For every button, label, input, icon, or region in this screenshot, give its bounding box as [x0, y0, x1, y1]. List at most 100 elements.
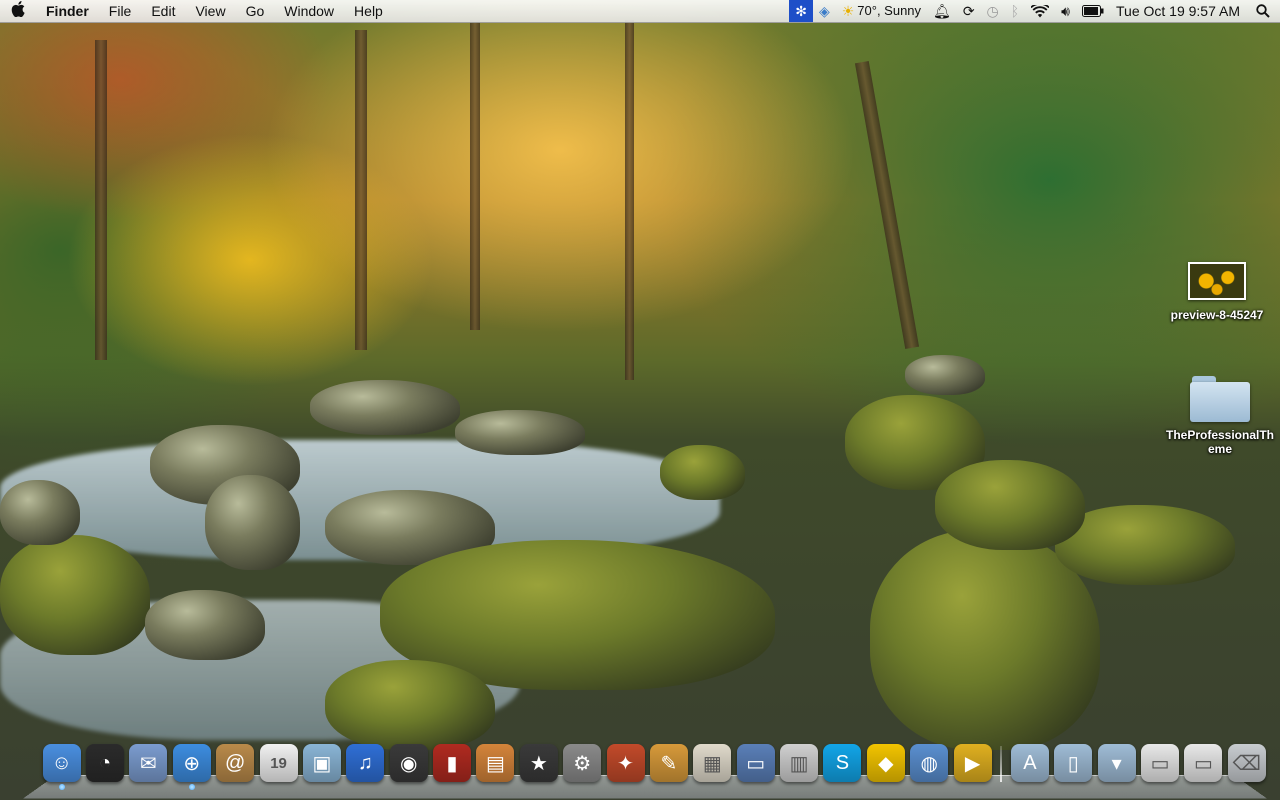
- weather-text: 70°, Sunny: [857, 3, 922, 18]
- apple-menu-icon[interactable]: [0, 0, 36, 22]
- dock-app-ical[interactable]: 19: [259, 744, 298, 782]
- front-row-icon: ▮: [446, 752, 458, 775]
- dock-app-itunes[interactable]: ♫: [346, 744, 385, 782]
- trash-icon: ⌫: [1232, 752, 1261, 775]
- bluetooth-status[interactable]: ᛒ: [1005, 0, 1025, 22]
- volume-status[interactable]: 🔊︎: [1055, 0, 1076, 22]
- dock-stack-applications[interactable]: A: [1010, 744, 1049, 782]
- dock-app-utilities[interactable]: ✦: [606, 744, 645, 782]
- downloads-folder-icon: ▾: [1111, 752, 1122, 775]
- running-indicator: [58, 784, 65, 790]
- dock-app-finder[interactable]: ☺: [42, 744, 81, 790]
- dock-app-safari[interactable]: ⊕: [172, 744, 211, 790]
- address-book-icon: @: [225, 751, 246, 774]
- itunes-icon: ♫: [357, 751, 373, 774]
- battery-status[interactable]: [1076, 0, 1110, 22]
- dock-app-image-capture[interactable]: ▤: [476, 744, 515, 782]
- mail-icon: ✉: [140, 752, 157, 775]
- folder-icon: [1190, 376, 1250, 422]
- dock-separator[interactable]: [1000, 746, 1003, 782]
- running-indicator: [188, 784, 195, 790]
- image-capture-icon: ▤: [485, 752, 505, 775]
- documents-folder-icon: ▯: [1067, 752, 1079, 775]
- dock-app-front-row[interactable]: ▮: [433, 744, 472, 782]
- menu-view[interactable]: View: [185, 0, 235, 22]
- wifi-icon: [1031, 4, 1050, 17]
- globe-icon: ◍: [920, 752, 938, 775]
- window-thumb-icon: ▭: [1193, 752, 1213, 775]
- image-thumbnail-icon: [1188, 262, 1246, 300]
- wifi-status[interactable]: [1025, 0, 1055, 22]
- dock-stack-window-2[interactable]: ▭: [1184, 744, 1223, 782]
- dock-app-mail[interactable]: ✉: [129, 744, 168, 782]
- star-icon: ★: [529, 752, 548, 775]
- battery-icon: [1082, 5, 1104, 17]
- window-thumb-icon: ▭: [1150, 752, 1170, 775]
- dock-app-camera[interactable]: ◉: [389, 744, 428, 782]
- dock-app-photo-booth[interactable]: ▥: [780, 744, 819, 782]
- dock-items: ☺ ◔ ✉ ⊕ @19 ▣ ♫ ◉ ▮ ▤ ★ ⚙ ✦ ✎ ▦ ▭ ▥ S ◆ ◍ ▶ A ▯ ▾ ▭ ▭ ⌫: [40, 744, 1269, 790]
- notification-bell[interactable]: 🔔︎: [927, 0, 957, 22]
- iphoto-icon: ▣: [312, 752, 332, 775]
- menu-file[interactable]: File: [99, 0, 142, 22]
- preview-icon: ▦: [702, 752, 722, 775]
- desktop-icon-label: preview-8-45247: [1170, 308, 1264, 322]
- calendar-icon: 19: [270, 754, 287, 772]
- bluetooth-icon: ᛒ: [1010, 3, 1020, 19]
- bell-icon: 🔔︎: [933, 3, 951, 19]
- dock-stack-trash[interactable]: ⌫: [1227, 744, 1266, 782]
- dock-app-network[interactable]: ◍: [910, 744, 949, 782]
- dock-app-dashboard[interactable]: ◔: [86, 744, 125, 782]
- speaker-icon: 🔊︎: [1061, 3, 1070, 19]
- time-machine-status[interactable]: ◷: [981, 0, 1005, 22]
- desktop-wallpaper: [0, 0, 1280, 800]
- dock-app-pages[interactable]: ✎: [649, 744, 688, 782]
- cube-icon: ◈: [818, 3, 830, 19]
- keynote-icon: ▭: [746, 752, 766, 775]
- dock-stack-documents[interactable]: ▯: [1054, 744, 1093, 782]
- dock-app-skype[interactable]: S: [823, 744, 862, 782]
- bird-icon: ◆: [878, 752, 894, 775]
- dock-app-keynote[interactable]: ▭: [736, 744, 775, 782]
- finder-icon: ☺: [51, 751, 72, 774]
- skype-icon: S: [835, 751, 850, 774]
- clock[interactable]: Tue Oct 19 9:57 AM: [1110, 0, 1246, 22]
- spotlight-button[interactable]: [1246, 0, 1280, 22]
- dock-app-growl[interactable]: ◆: [866, 744, 905, 782]
- dashboard-icon: ◔: [99, 751, 112, 774]
- system-prefs-icon: ⚙: [573, 752, 592, 775]
- desktop-icon-folder[interactable]: TheProfessionalTheme: [1165, 376, 1275, 456]
- sync-status[interactable]: ⟳: [957, 0, 981, 22]
- menu-extra-dashboard[interactable]: ◈: [813, 0, 836, 22]
- camera-icon: ◉: [399, 752, 418, 775]
- dock-app-address-book[interactable]: @: [216, 744, 255, 782]
- app-menu-finder[interactable]: Finder: [36, 0, 99, 22]
- sun-icon: ☀: [841, 3, 855, 19]
- utilities-icon: ✦: [617, 752, 634, 775]
- photo-booth-icon: ▥: [789, 752, 809, 775]
- dock-app-system-preferences[interactable]: ⚙: [563, 744, 602, 782]
- truck-icon: ▶: [964, 752, 981, 775]
- menu-extra-active[interactable]: ✻: [789, 0, 813, 22]
- pages-icon: ✎: [660, 752, 678, 775]
- dock-app-transmit[interactable]: ▶: [953, 744, 992, 782]
- menu-bar: Finder File Edit View Go Window Help ✻ ◈…: [0, 0, 1280, 23]
- menu-go[interactable]: Go: [236, 0, 275, 22]
- weather-status[interactable]: ☀ 70°, Sunny: [836, 0, 927, 22]
- dock-stack-downloads[interactable]: ▾: [1097, 744, 1136, 782]
- time-machine-icon: ◷: [986, 3, 999, 19]
- search-icon: [1256, 4, 1270, 18]
- sync-icon: ⟳: [962, 3, 975, 19]
- safari-icon: ⊕: [183, 752, 201, 775]
- applications-folder-icon: A: [1023, 751, 1037, 774]
- dock: ☺ ◔ ✉ ⊕ @19 ▣ ♫ ◉ ▮ ▤ ★ ⚙ ✦ ✎ ▦ ▭ ▥ S ◆ ◍ ▶ A ▯ ▾ ▭ ▭ ⌫: [22, 740, 1268, 800]
- dock-app-preview[interactable]: ▦: [693, 744, 732, 782]
- dock-app-iphoto[interactable]: ▣: [302, 744, 341, 782]
- menu-edit[interactable]: Edit: [141, 0, 185, 22]
- snowflake-icon: ✻: [795, 3, 807, 19]
- menu-window[interactable]: Window: [274, 0, 344, 22]
- desktop-icon-image[interactable]: preview-8-45247: [1162, 262, 1272, 322]
- menu-help[interactable]: Help: [344, 0, 393, 22]
- dock-stack-window-1[interactable]: ▭: [1141, 744, 1180, 782]
- dock-app-imovie[interactable]: ★: [519, 744, 558, 782]
